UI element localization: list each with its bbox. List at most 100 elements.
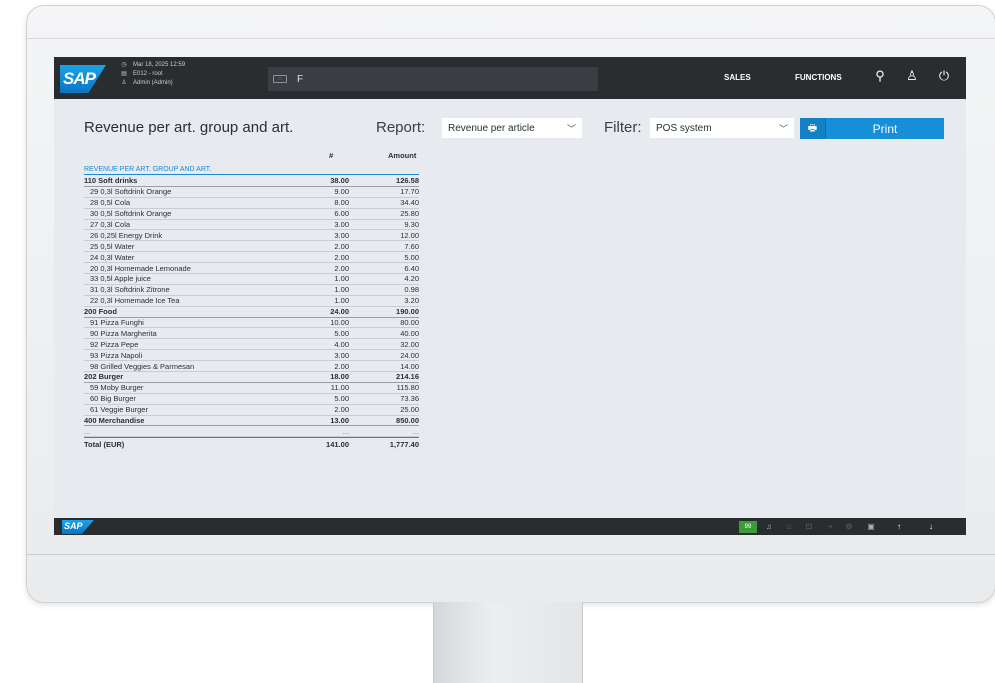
user-small-icon: ♙ [121,80,127,86]
cell-amount: 850.00 [396,416,419,426]
cell-qty: 24.00 [330,307,349,317]
table-row: 31 0,3l Softdrink Zitrone 1.00 0.98 [84,285,419,296]
cell-amount: 115.80 [396,383,419,393]
cell-amount: 14.00 [400,361,419,371]
cell-amount: 5.00 [404,252,419,262]
cell-name: 24 0,3l Water [90,252,135,262]
table-row: 92 Pizza Pepe 4.00 32.00 [84,339,419,351]
cell-name: Total (EUR) [84,440,125,450]
table-row: 29 0,3l Softdrink Orange 9.00 17.70 [84,187,419,198]
power-icon[interactable]: ⏻ [936,68,952,84]
top-bar: SAP ◷ Mar 18, 2025 12:59 ▤ E012 - root ♙ Ad… [54,57,966,99]
forward-icon: ➝ [825,522,833,531]
group-row: 202 Burger 18.00 214.16 [84,372,419,383]
sap-logo: SAP [60,65,106,93]
keyboard-icon[interactable]: ::: [273,75,287,83]
settings-icon: ⚙ [845,522,853,531]
report-select-value: Revenue per article [448,122,535,134]
cell-qty: 4.00 [334,339,349,349]
lock-icon: ⊡ [805,522,813,531]
search-icon[interactable]: ⚲ [872,68,888,84]
total-row: Total (EUR) 141.00 1,777.40 [84,437,419,451]
report-label: Report: [376,119,426,136]
cell-name: 25 0,5l Water [90,241,135,251]
cell-name: 110 Soft drinks [84,176,138,186]
printer-icon: 🖶 [800,118,826,139]
cell-amount: 0.98 [404,285,419,295]
table-row: 30 0,5l Softdrink Orange 6.00 25.80 [84,209,419,220]
report-select[interactable]: Revenue per article ﹀ [442,118,582,138]
cell-qty: 18.00 [330,372,349,382]
cell-amount: 6.40 [404,263,419,273]
chevron-down-icon: ﹀ [778,123,788,134]
status-badge[interactable]: 99 [739,521,757,533]
cell-amount: 7.60 [404,241,419,251]
arrow-up-icon[interactable]: ↑ [892,521,906,533]
arrow-down-icon[interactable]: ↓ [924,521,938,533]
column-header-qty: # [329,151,334,160]
monitor-stand [433,602,583,683]
filter-select[interactable]: POS system ﹀ [650,118,794,138]
caption-underline [84,174,419,175]
clock-icon: ◷ [121,62,127,68]
cell-amount: 40.00 [400,328,419,338]
cell-name: 91 Pizza Funghi [90,318,144,328]
table-row: 61 Veggie Burger 2.00 25.00 [84,405,419,416]
user-icon[interactable]: ♙ [904,68,920,84]
cell-qty: 3.00 [334,350,349,360]
table-row: 59 Moby Burger 11.00 115.80 [84,383,419,394]
cell-amount: ... [412,426,419,436]
cell-qty: 1.00 [334,296,349,306]
command-value: F [297,73,304,85]
table-row: 26 0,25l Energy Drink 3.00 12.00 [84,230,419,242]
table-row: 20 0,3l Homemade Lemonade 2.00 6.40 [84,263,419,275]
cell-name: 20 0,3l Homemade Lemonade [90,263,191,273]
cell-qty: 141.00 [326,440,349,450]
cell-amount: 80.00 [400,318,419,328]
section-caption: REVENUE PER ART. GROUP AND ART. [84,166,212,173]
session-info: ◷ Mar 18, 2025 12:59 ▤ E012 - root ♙ Admin … [120,61,185,88]
command-field[interactable]: ::: F [268,67,598,91]
cell-qty: 5.00 [334,328,349,338]
window-icon[interactable]: ▣ [864,521,878,533]
cell-amount: 1,777.40 [389,440,419,450]
nav-sales[interactable]: SALES [724,73,751,82]
cell-name: 26 0,25l Energy Drink [90,230,163,240]
table-row: 90 Pizza Margherita 5.00 40.00 [84,328,419,340]
cell-name: 202 Burger [84,372,124,382]
print-button[interactable]: 🖶 Print [800,118,944,139]
filter-select-value: POS system [656,122,712,134]
column-header-amount: Amount [388,151,417,160]
chevron-down-icon: ﹀ [566,123,576,134]
cell-amount: 73.36 [400,394,419,404]
cell-qty: 9.00 [334,187,349,197]
user-name: Admin (Admin) [133,80,173,86]
table-row: 22 0,3l Homemade Ice Tea 1.00 3.20 [84,296,419,307]
nav-functions[interactable]: FUNCTIONS [795,73,842,82]
cell-name: 31 0,3l Softdrink Zitrone [90,285,170,295]
group-row: 110 Soft drinks 38.00 126.58 [84,176,419,187]
cell-qty: 3.00 [334,230,349,240]
table-row: 93 Pizza Napoli 3.00 24.00 [84,350,419,362]
bezel-divider [26,38,995,39]
cell-amount: 25.00 [400,405,419,415]
page-title: Revenue per art. group and art. [84,119,294,136]
terminal-icon: ▤ [121,71,127,77]
bell-icon[interactable]: ♫ [762,521,776,533]
table-row: 91 Pizza Funghi 10.00 80.00 [84,318,419,329]
cell-qty: 3.00 [334,220,349,229]
cell-name: 90 Pizza Margherita [90,328,157,338]
bottom-bar: SAP 99 ♫ ⌂ ⊡ ➝ ⚙ ▣ ↑ ↓ [54,518,966,535]
cell-amount: 25.80 [400,209,419,219]
cell-qty: 1.00 [334,285,349,295]
home-icon: ⌂ [786,522,792,531]
cell-amount: 34.40 [400,198,419,208]
terminal-name: E012 - root [133,71,163,77]
cell-name: 92 Pizza Pepe [90,339,139,349]
cell-qty: 1.00 [334,274,349,284]
pos-screen: SAP ◷ Mar 18, 2025 12:59 ▤ E012 - root ♙ Ad… [54,57,966,535]
sap-logo-text: SAP [63,69,96,88]
cell-qty: 11.00 [330,383,349,393]
cell-amount: 190.00 [396,307,419,317]
table-row: 24 0,3l Water 2.00 5.00 [84,252,419,264]
